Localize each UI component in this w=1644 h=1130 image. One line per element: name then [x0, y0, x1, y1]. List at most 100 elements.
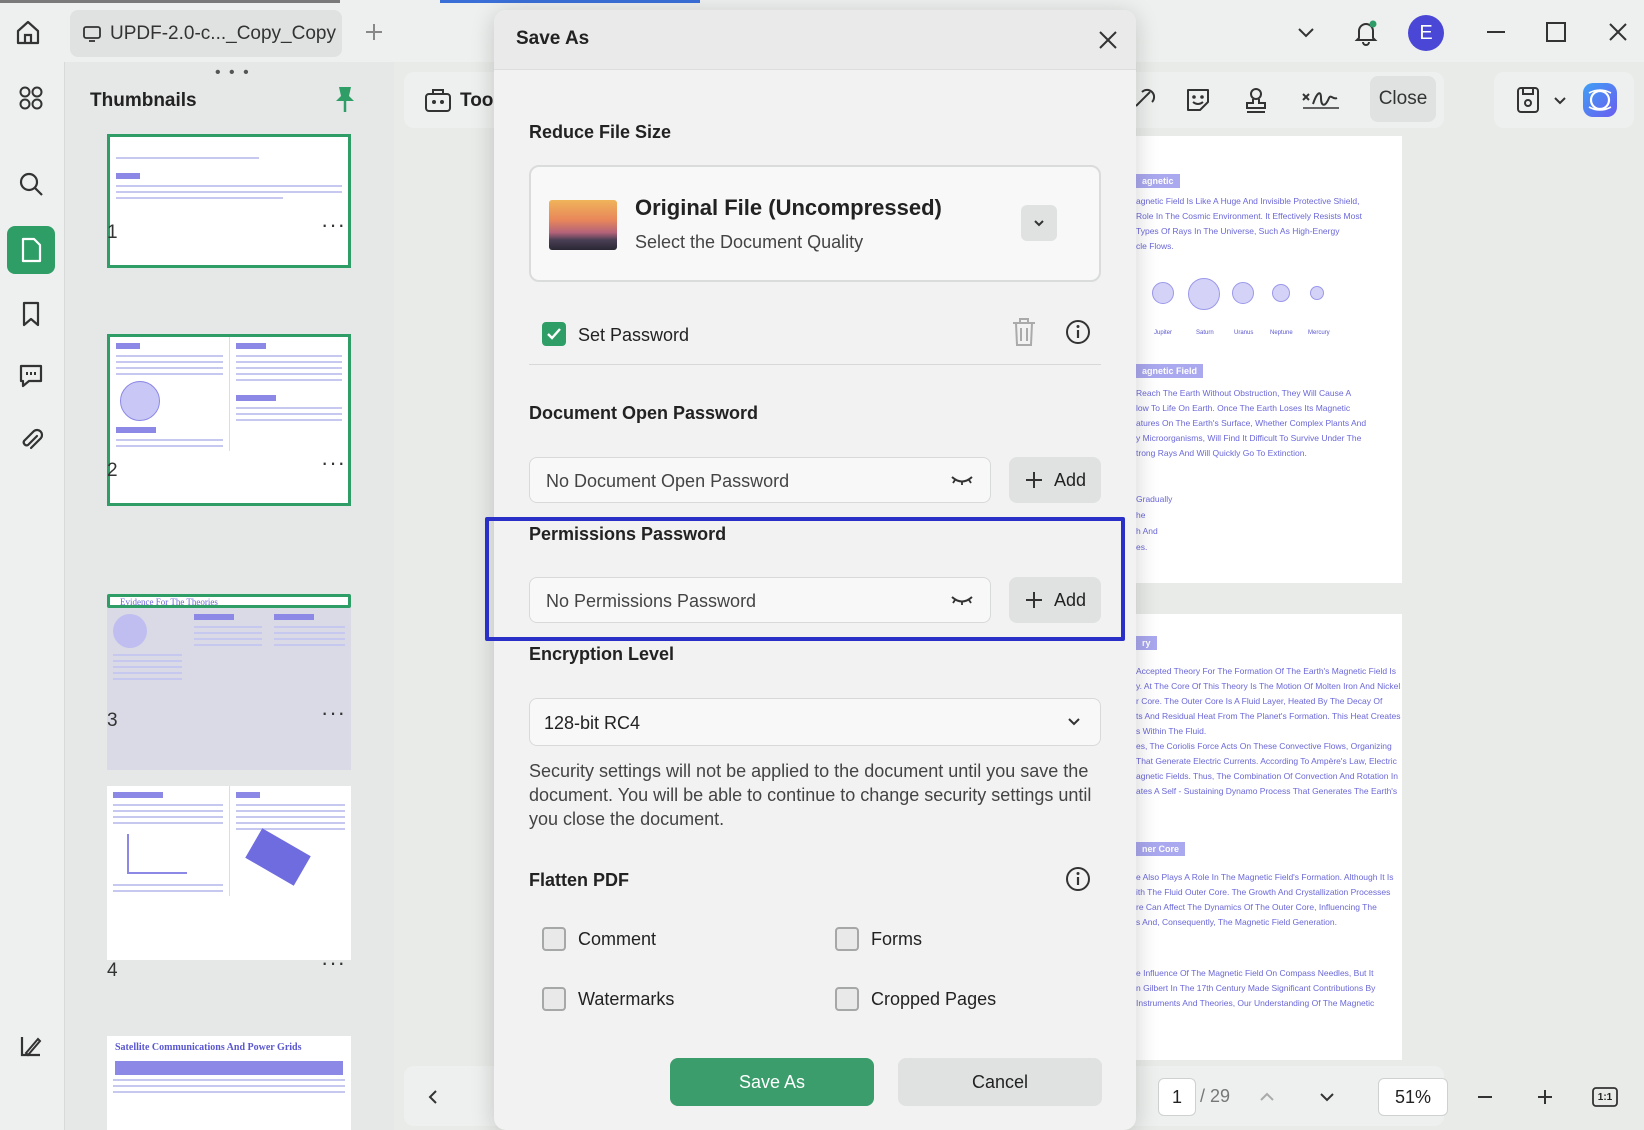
- tools-label[interactable]: Tool: [460, 90, 499, 112]
- more-options-icon[interactable]: ···: [321, 700, 346, 726]
- body-text: low To Life On Earth. Once The Earth Los…: [1136, 403, 1351, 413]
- more-options-icon[interactable]: ···: [321, 212, 346, 238]
- dialog-title: Save As: [516, 28, 590, 49]
- add-permissions-password-button[interactable]: Add: [1009, 577, 1101, 623]
- tools-icon[interactable]: [418, 80, 458, 120]
- document-page: ry Accepted Theory For The Formation Of …: [1136, 614, 1402, 1060]
- home-icon[interactable]: [8, 12, 48, 52]
- quality-thumbnail-image: [549, 200, 617, 250]
- chevron-left-icon[interactable]: [416, 1080, 450, 1114]
- body-text: agnetic Field Is Like A Huge And Invisib…: [1136, 196, 1360, 206]
- plus-icon: [1025, 592, 1042, 608]
- new-tab-button[interactable]: [358, 16, 390, 48]
- info-icon[interactable]: [1065, 319, 1091, 345]
- thumbnail-page[interactable]: Evidence For The Theories: [107, 594, 351, 770]
- minimize-icon[interactable]: [1478, 14, 1514, 50]
- comment-icon[interactable]: [7, 352, 55, 400]
- document-page: agnetic agnetic Field Is Like A Huge And…: [1136, 136, 1402, 583]
- bell-icon[interactable]: [1348, 14, 1384, 50]
- body-text: s Within The Fluid.: [1136, 726, 1207, 736]
- thumbnails-icon[interactable]: [7, 226, 55, 274]
- comment-label: Comment: [578, 929, 657, 949]
- body-text: ates A Self - Sustaining Dynamo Process …: [1136, 786, 1398, 796]
- encryption-level-title: Encryption Level: [529, 644, 675, 664]
- actual-size-icon[interactable]: 1:1: [1588, 1080, 1622, 1114]
- zoom-level[interactable]: 51%: [1378, 1078, 1448, 1116]
- chevron-down-icon[interactable]: [1288, 14, 1324, 50]
- planet-label: Neptune: [1270, 330, 1293, 336]
- close-window-icon[interactable]: [1600, 14, 1636, 50]
- more-options-icon[interactable]: ···: [321, 950, 346, 976]
- attachment-icon[interactable]: [7, 416, 55, 464]
- top-strip: [440, 0, 700, 3]
- open-password-field[interactable]: No Document Open Password: [529, 457, 991, 503]
- thumbnail-title: Satellite Communications And Power Grids: [115, 1042, 302, 1053]
- more-options-icon[interactable]: ···: [321, 450, 346, 476]
- thumbnail-page-number: 4: [107, 960, 118, 981]
- sticker-icon[interactable]: [1178, 80, 1218, 120]
- body-text: atures On The Earth's Surface, Whether C…: [1136, 418, 1367, 428]
- panel-grip-icon[interactable]: • • •: [215, 64, 251, 82]
- cancel-button[interactable]: Cancel: [898, 1058, 1102, 1106]
- flatten-pdf-title: Flatten PDF: [529, 870, 630, 890]
- ai-assistant-icon[interactable]: [1580, 80, 1620, 120]
- encryption-level-value: 128-bit RC4: [544, 713, 641, 733]
- chevron-up-icon[interactable]: [1250, 1080, 1284, 1114]
- thumbnail-page[interactable]: Satellite Communications And Power Grids: [107, 1036, 351, 1130]
- layers-icon[interactable]: [7, 1022, 55, 1070]
- bookmark-icon[interactable]: [7, 290, 55, 338]
- permissions-password-value: No Permissions Password: [546, 591, 757, 611]
- zoom-out-icon[interactable]: [1468, 1080, 1502, 1114]
- stamp-icon[interactable]: [1236, 80, 1276, 120]
- page-number-input[interactable]: 1: [1158, 1078, 1196, 1116]
- cropped-pages-checkbox[interactable]: [835, 987, 859, 1011]
- search-icon[interactable]: [7, 160, 55, 208]
- permissions-password-field[interactable]: No Permissions Password: [529, 577, 991, 623]
- planet-illustration: [1152, 282, 1174, 304]
- info-icon[interactable]: [1065, 866, 1091, 892]
- body-text: agnetic Fields. Thus, The Combination Of…: [1136, 771, 1398, 781]
- thumbnail-page[interactable]: [107, 786, 351, 960]
- trash-icon[interactable]: [1010, 316, 1038, 353]
- thumbnail-page[interactable]: [107, 134, 351, 268]
- avatar[interactable]: E: [1408, 15, 1444, 51]
- zoom-in-icon[interactable]: [1528, 1080, 1562, 1114]
- signature-icon[interactable]: [1298, 80, 1344, 120]
- page-total: / 29: [1200, 1086, 1231, 1106]
- monitor-icon: [83, 25, 101, 42]
- chevron-down-icon[interactable]: [1542, 80, 1578, 120]
- watermarks-checkbox[interactable]: [542, 987, 566, 1011]
- top-strip: [0, 0, 340, 3]
- thumbnail-page[interactable]: [107, 334, 351, 506]
- chevron-down-icon[interactable]: [1021, 205, 1057, 241]
- body-text: e Influence Of The Magnetic Field On Com…: [1136, 968, 1374, 978]
- body-text: ith The Fluid Outer Core. The Growth And…: [1136, 887, 1391, 897]
- body-text: e Also Plays A Role In The Magnetic Fiel…: [1136, 872, 1394, 882]
- body-text: Types Of Rays In The Universe, Such As H…: [1136, 226, 1340, 236]
- save-as-button[interactable]: Save As: [670, 1058, 874, 1106]
- set-password-checkbox[interactable]: [542, 322, 566, 346]
- eye-closed-icon[interactable]: [950, 472, 974, 493]
- planet-illustration: [1232, 282, 1254, 304]
- chevron-down-icon[interactable]: [1310, 1080, 1344, 1114]
- comment-checkbox[interactable]: [542, 927, 566, 951]
- document-tab[interactable]: UPDF-2.0-c..._Copy_Copy: [70, 10, 342, 57]
- add-open-password-button[interactable]: Add: [1009, 457, 1101, 503]
- security-note: Security settings will not be applied to…: [529, 761, 1092, 829]
- thumbnails-panel: • • • Thumbnails 1 ··· 2 ··· Evidence Fo…: [64, 62, 394, 1130]
- close-icon[interactable]: [1092, 24, 1124, 56]
- encryption-level-select[interactable]: 128-bit RC4: [529, 698, 1101, 746]
- body-text: n Gilbert In The 17th Century Made Signi…: [1136, 983, 1376, 993]
- body-text: es.: [1136, 542, 1148, 552]
- eye-closed-icon[interactable]: [950, 592, 974, 613]
- close-tools-button[interactable]: Close: [1370, 76, 1436, 122]
- forms-checkbox[interactable]: [835, 927, 859, 951]
- planet-label: Saturn: [1196, 330, 1214, 336]
- plus-icon: [1025, 472, 1042, 488]
- maximize-icon[interactable]: [1538, 14, 1574, 50]
- quality-selector[interactable]: Original File (Uncompressed) Select the …: [529, 165, 1101, 282]
- thumbnail-page-number: 3: [107, 710, 118, 731]
- apps-grid-icon[interactable]: [7, 74, 55, 122]
- pin-icon[interactable]: [333, 84, 357, 119]
- thumbnails-title: Thumbnails: [90, 90, 197, 111]
